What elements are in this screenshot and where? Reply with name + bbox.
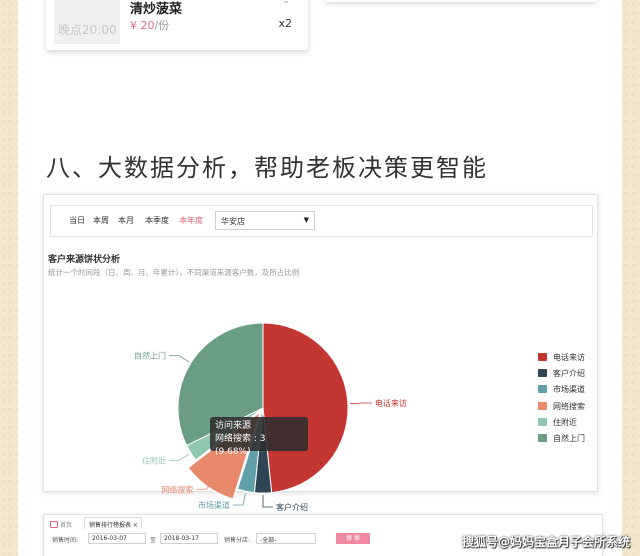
price-value: ¥ 20 [130,19,155,32]
to-label: 至 [150,537,157,544]
legend-label: 市场渠道 [553,385,585,395]
home-label: 首页 [60,522,73,529]
chevron-down-icon[interactable]: ⌄ [282,0,290,6]
legend-label: 电话来访 [553,353,585,362]
legend-swatch [538,385,547,394]
watermark: 搜狐号@妈妈宝盒月子会所系统 [461,535,630,549]
pie-slice-phone[interactable] [262,322,349,494]
legend-swatch [538,433,547,442]
sales-time-label: 销售时间: [52,537,79,544]
tab-sales-ranking[interactable]: 销售排行榜报表 × [84,517,142,529]
pie-label: 住附近 [142,455,166,465]
legend-label: 客户介绍 [553,369,585,379]
dish-name: 清炒菠菜 [130,2,183,17]
tooltip-text: 网络搜索 : 3 (9.68%) [215,434,266,457]
tooltip-title: 访问来源 [215,421,252,431]
search-button[interactable]: 搜 索 [336,533,370,544]
legend-swatch [538,353,547,361]
adjacent-card [326,0,596,2]
legend-item-market[interactable]: 市场渠道 [538,383,598,399]
legend-swatch [538,369,547,378]
sales-store-label: 销售分店: [224,537,251,544]
legend-item-phone[interactable]: 电话来访 [538,351,598,367]
price-unit: /份 [154,19,170,32]
date-from-input[interactable]: 2016-03-07 [88,533,146,544]
home-icon [50,521,58,528]
legend-item-walk-in[interactable]: 自然上门 [538,432,598,448]
home-tab[interactable]: 首页 [50,520,72,529]
chart-legend: 电话来访客户介绍市场渠道网络搜索住附近自然上门 [538,351,598,448]
date-to-input[interactable]: 2018-03-17 [160,533,218,544]
pie-chart: 电话来访客户介绍 市场渠道网络搜索 住附近 自然上门 [134,322,407,512]
legend-swatch [538,401,547,410]
pie-label: 客户介绍 [276,502,308,512]
legend-item-web-search[interactable]: 网络搜索 [538,400,598,416]
sales-store-select[interactable]: -全部- [256,533,316,544]
section-title: 八、大数据分析，帮助老板决策更智能 [46,154,488,182]
legend-label: 住附近 [553,417,577,427]
chart-tooltip: 访问来源 网络搜索 : 3 (9.68%) [210,417,308,457]
dish-quantity: x2 [278,17,292,30]
dish-price: ¥ 20/份 [130,17,169,33]
legend-label: 网络搜索 [553,401,585,411]
order-card[interactable]: 晚点20:00 清炒菠菜 ⌄ ¥ 20/份 x2 [46,0,308,50]
pie-leader-line [349,402,372,404]
dashboard-panel: 当日 本周 本月 本季度 本年度 华安店 ▼ 客户来源饼状分析 统计一个时间段（… [43,194,598,512]
pie-label: 网络搜索 [161,484,193,494]
pie-label: 自然上门 [134,351,166,361]
legend-label: 自然上门 [553,433,585,443]
order-time: 晚点20:00 [58,23,117,37]
legend-item-nearby[interactable]: 住附近 [538,416,598,432]
pie-leader-line [168,453,190,461]
pie-label: 电话来访 [375,398,407,408]
legend-item-referral[interactable]: 客户介绍 [538,367,598,383]
legend-swatch [538,417,547,426]
pie-label: 市场渠道 [198,500,230,510]
pie-leader-line [168,355,190,363]
